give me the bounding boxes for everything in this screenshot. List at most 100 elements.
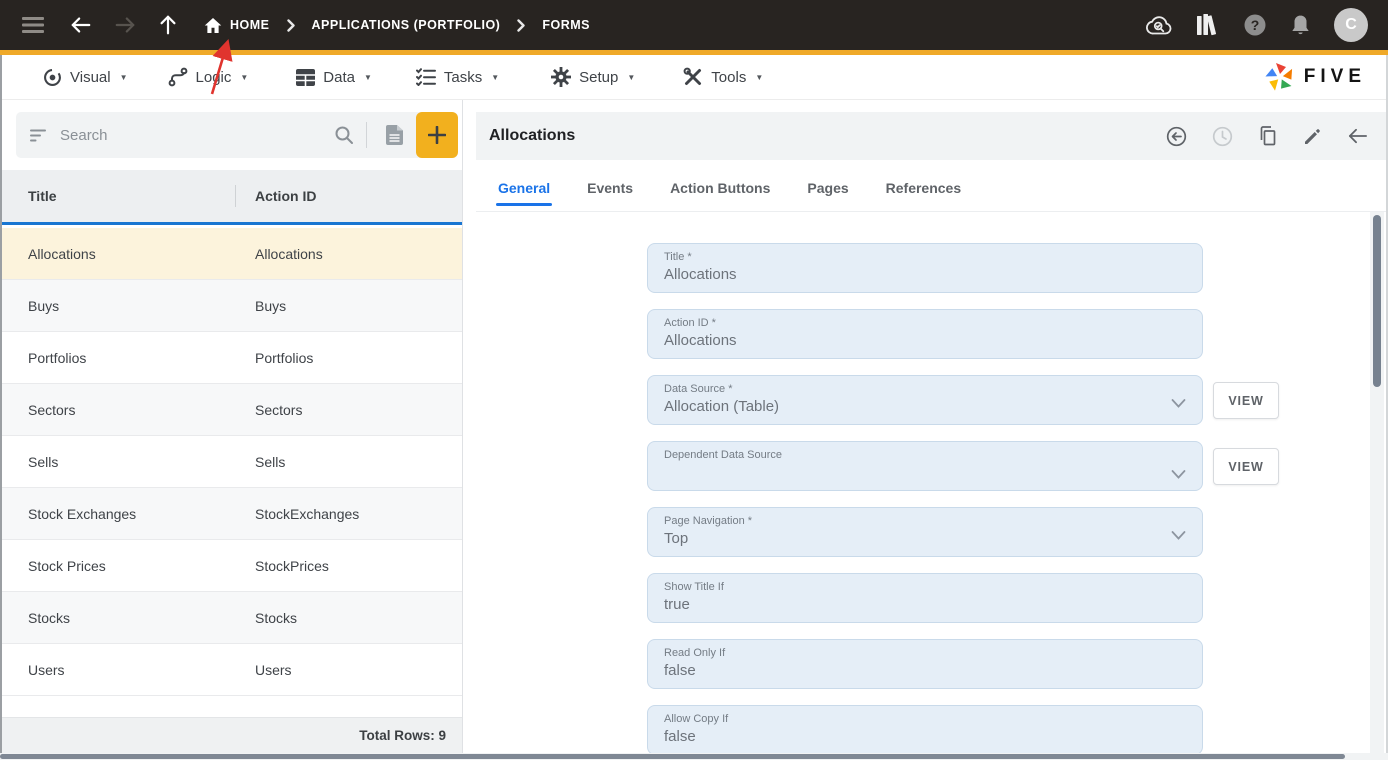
menu-tasks[interactable]: Tasks ▼ bbox=[415, 68, 500, 86]
list-item-sectors[interactable]: Sectors Sectors bbox=[0, 384, 462, 436]
menu-tools[interactable]: Tools ▼ bbox=[683, 67, 763, 87]
column-header-title[interactable]: Title bbox=[0, 188, 235, 204]
list-item-allocations[interactable]: Allocations Allocations bbox=[0, 228, 462, 280]
field-allow-copy-if[interactable]: Allow Copy If false bbox=[647, 705, 1203, 753]
field-label: Show Title If bbox=[664, 581, 724, 593]
chevron-right-icon bbox=[286, 18, 295, 32]
edit-icon[interactable] bbox=[1303, 127, 1322, 146]
search-input[interactable] bbox=[60, 126, 334, 144]
tasks-icon bbox=[415, 68, 436, 86]
menu-data[interactable]: Data ▼ bbox=[296, 68, 372, 86]
chevron-down-icon[interactable] bbox=[1171, 395, 1186, 413]
logic-icon bbox=[168, 67, 188, 87]
breadcrumb-home-label: HOME bbox=[230, 18, 270, 32]
menu-logic[interactable]: Logic ▼ bbox=[168, 67, 249, 87]
five-logo-text: FIVE bbox=[1303, 66, 1366, 87]
horizontal-scrollbar-thumb[interactable] bbox=[0, 754, 1345, 759]
list-item-stocks[interactable]: Stocks Stocks bbox=[0, 592, 462, 644]
field-label: Read Only If bbox=[664, 647, 726, 659]
breadcrumb-home[interactable]: HOME bbox=[204, 17, 270, 34]
tab-general[interactable]: General bbox=[495, 180, 553, 211]
list-item-stock-exchanges[interactable]: Stock Exchanges StockExchanges bbox=[0, 488, 462, 540]
view-data-source-button[interactable]: VIEW bbox=[1213, 382, 1279, 419]
caret-down-icon: ▼ bbox=[363, 72, 372, 82]
chevron-down-icon[interactable] bbox=[1171, 466, 1186, 484]
tab-action-buttons[interactable]: Action Buttons bbox=[670, 180, 770, 211]
list-item-portfolios[interactable]: Portfolios Portfolios bbox=[0, 332, 462, 384]
menu-logic-label: Logic bbox=[195, 68, 232, 86]
cell-action-id: Stocks bbox=[255, 609, 298, 626]
search-bar bbox=[16, 112, 458, 158]
cell-action-id: Allocations bbox=[255, 245, 323, 262]
menu-tools-label: Tools bbox=[711, 68, 747, 86]
field-data-source[interactable]: Data Source * Allocation (Table) bbox=[647, 375, 1203, 425]
menu-setup[interactable]: Setup ▼ bbox=[551, 67, 635, 87]
tab-references[interactable]: References bbox=[886, 180, 962, 211]
return-icon[interactable] bbox=[1166, 126, 1187, 147]
window-left-edge bbox=[0, 55, 2, 760]
field-action-id[interactable]: Action ID * Allocations bbox=[647, 309, 1203, 359]
cell-title: Buys bbox=[28, 297, 60, 314]
cell-action-id: StockExchanges bbox=[255, 505, 360, 522]
field-show-title-if[interactable]: Show Title If true bbox=[647, 573, 1203, 623]
cell-title: Sectors bbox=[28, 401, 76, 418]
cell-title: Portfolios bbox=[28, 349, 87, 366]
arrow-back-icon[interactable] bbox=[70, 15, 92, 35]
field-label: Allow Copy If bbox=[664, 713, 729, 725]
cell-action-id: Portfolios bbox=[255, 349, 314, 366]
chevron-down-icon[interactable] bbox=[1171, 527, 1186, 545]
total-rows-label: Total Rows: 9 bbox=[359, 728, 446, 743]
chevron-right-icon bbox=[517, 18, 526, 32]
field-read-only-if[interactable]: Read Only If false bbox=[647, 639, 1203, 689]
list-item-buys[interactable]: Buys Buys bbox=[0, 280, 462, 332]
field-value: Top bbox=[664, 530, 689, 547]
list-item-sells[interactable]: Sells Sells bbox=[0, 436, 462, 488]
vertical-scrollbar[interactable] bbox=[1370, 212, 1384, 760]
menu-icon[interactable] bbox=[22, 17, 44, 33]
list-header: Title Action ID bbox=[0, 170, 462, 225]
search-icon[interactable] bbox=[334, 125, 354, 145]
setup-icon bbox=[551, 67, 572, 87]
help-icon[interactable]: ? bbox=[1243, 13, 1267, 37]
forms-list: Allocations Allocations Buys Buys Portfo… bbox=[0, 228, 462, 696]
column-header-action-id[interactable]: Action ID bbox=[236, 188, 316, 204]
form-detail-panel: Allocations General Events Action Button… bbox=[464, 100, 1388, 760]
library-icon[interactable] bbox=[1196, 14, 1220, 36]
back-arrow-icon[interactable] bbox=[1347, 127, 1368, 145]
caret-down-icon: ▼ bbox=[240, 72, 249, 82]
view-dependent-data-source-button[interactable]: VIEW bbox=[1213, 448, 1279, 485]
menu-visual[interactable]: Visual ▼ bbox=[43, 68, 128, 87]
cell-title: Sells bbox=[28, 453, 59, 470]
menu-visual-label: Visual bbox=[70, 68, 111, 86]
horizontal-scrollbar[interactable] bbox=[0, 753, 1388, 760]
divider bbox=[366, 122, 367, 148]
list-item-users[interactable]: Users Users bbox=[0, 644, 462, 696]
field-title[interactable]: Title * Allocations bbox=[647, 243, 1203, 293]
field-value: Allocations bbox=[664, 332, 737, 349]
arrow-up-icon[interactable] bbox=[158, 14, 178, 36]
field-value: Allocations bbox=[664, 266, 737, 283]
caret-down-icon: ▼ bbox=[755, 72, 764, 82]
breadcrumb-applications[interactable]: APPLICATIONS (PORTFOLIO) bbox=[312, 18, 501, 32]
menu-setup-label: Setup bbox=[579, 68, 619, 86]
notifications-icon[interactable] bbox=[1290, 14, 1311, 37]
field-dependent-data-source[interactable]: Dependent Data Source bbox=[647, 441, 1203, 491]
list-item-stock-prices[interactable]: Stock Prices StockPrices bbox=[0, 540, 462, 592]
tab-pages[interactable]: Pages bbox=[807, 180, 848, 211]
caret-down-icon: ▼ bbox=[491, 72, 500, 82]
history-icon[interactable] bbox=[1212, 126, 1233, 147]
field-value: Allocation (Table) bbox=[664, 398, 780, 415]
arrow-forward-icon[interactable] bbox=[114, 15, 136, 35]
filter-icon[interactable] bbox=[30, 129, 48, 142]
cloud-search-icon[interactable] bbox=[1146, 15, 1173, 36]
cell-title: Users bbox=[28, 661, 65, 678]
svg-text:?: ? bbox=[1251, 17, 1260, 33]
add-icon[interactable] bbox=[416, 112, 458, 158]
avatar[interactable]: C bbox=[1334, 8, 1368, 42]
copy-icon[interactable] bbox=[1258, 125, 1278, 147]
field-page-navigation[interactable]: Page Navigation * Top bbox=[647, 507, 1203, 557]
tab-events[interactable]: Events bbox=[587, 180, 633, 211]
vertical-scrollbar-thumb[interactable] bbox=[1373, 215, 1381, 387]
breadcrumb-forms[interactable]: FORMS bbox=[542, 18, 590, 32]
copy-record-icon[interactable] bbox=[376, 116, 412, 154]
